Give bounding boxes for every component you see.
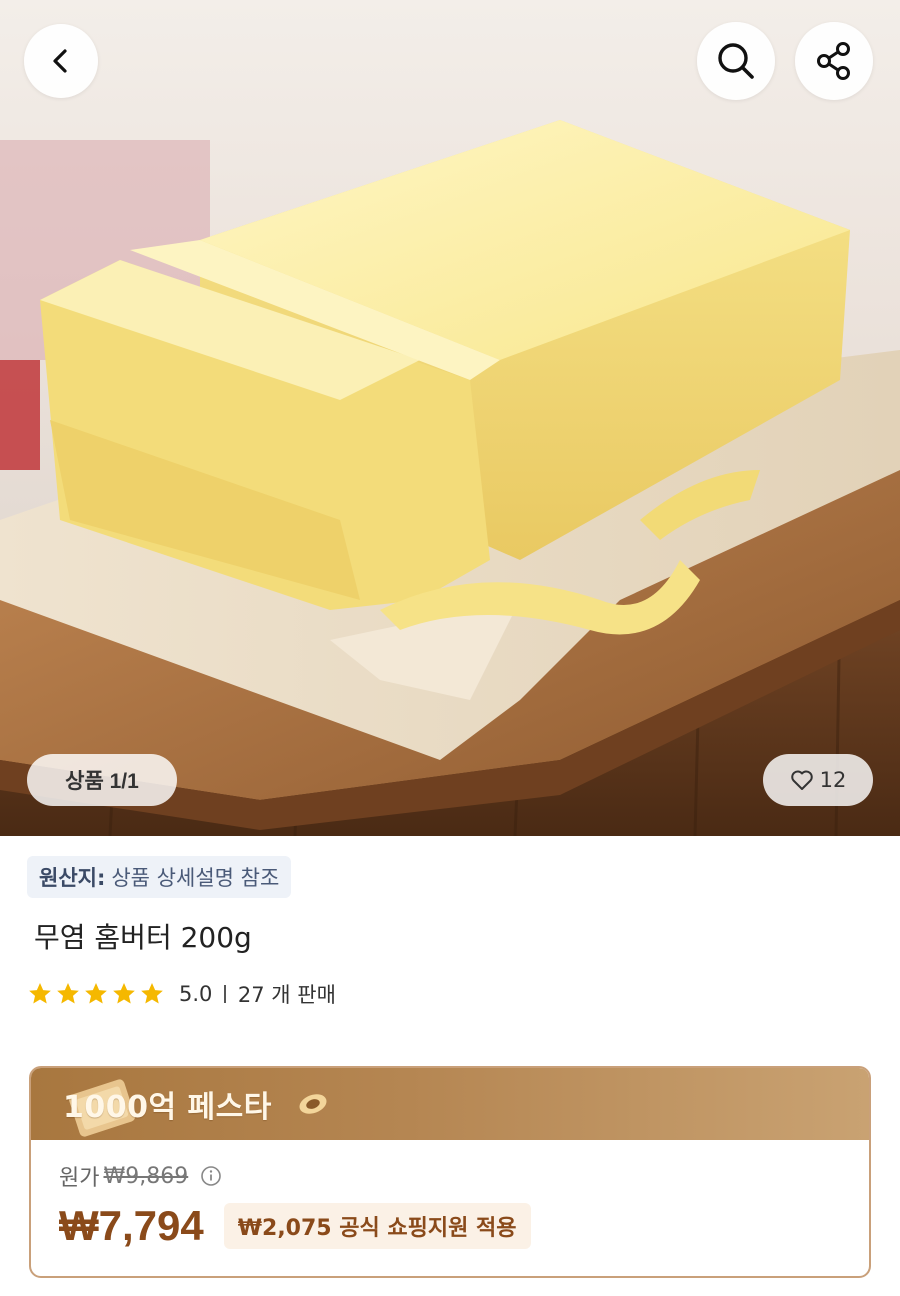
star-icon <box>141 982 163 1004</box>
star-icon <box>85 982 107 1004</box>
product-title: 무염 홈버터 200g <box>34 921 252 954</box>
heart-icon <box>790 770 813 790</box>
search-icon <box>718 43 754 79</box>
original-price-label: 원가 <box>59 1166 100 1191</box>
chevron-left-icon <box>53 49 67 73</box>
info-icon[interactable] <box>200 1165 222 1187</box>
origin-chip: 원산지: 상품 상세설명 참조 <box>27 856 292 898</box>
deal-banner-title: 1000억 페스타 <box>63 1090 272 1125</box>
star-icon <box>113 982 135 1004</box>
deal-card[interactable]: 1000억 페스타 원가 ₩9,869 ₩7,794 ₩2,075 공식 쇼핑지… <box>29 1066 871 1278</box>
origin-value: 상품 상세설명 참조 <box>111 866 280 890</box>
sold-count: 27 개 판매 <box>237 983 336 1007</box>
rating-row[interactable]: 5.0 27 개 판매 <box>27 978 336 1010</box>
share-button[interactable] <box>795 22 873 100</box>
divider <box>224 985 226 1003</box>
deal-banner: 1000억 페스타 <box>31 1068 869 1140</box>
rating-stars <box>27 981 165 1007</box>
final-price: ₩7,794 <box>59 1202 204 1249</box>
product-image <box>0 0 900 836</box>
share-icon <box>817 42 850 80</box>
product-image-gallery[interactable]: 상품 1/1 12 <box>0 0 900 836</box>
image-page-indicator: 상품 1/1 <box>27 754 177 806</box>
rating-value: 5.0 <box>179 982 213 1006</box>
star-icon <box>57 982 79 1004</box>
like-button[interactable]: 12 <box>763 754 873 806</box>
like-count: 12 <box>819 768 847 792</box>
origin-label: 원산지: <box>39 866 106 890</box>
back-button[interactable] <box>24 24 98 98</box>
original-price-row: 원가 ₩9,869 <box>59 1160 841 1192</box>
original-price: ₩9,869 <box>103 1163 189 1189</box>
shopping-support-badge: ₩2,075 공식 쇼핑지원 적용 <box>223 1203 531 1249</box>
search-button[interactable] <box>697 22 775 100</box>
star-icon <box>29 982 51 1004</box>
coin-ticket-icon <box>299 1094 327 1114</box>
